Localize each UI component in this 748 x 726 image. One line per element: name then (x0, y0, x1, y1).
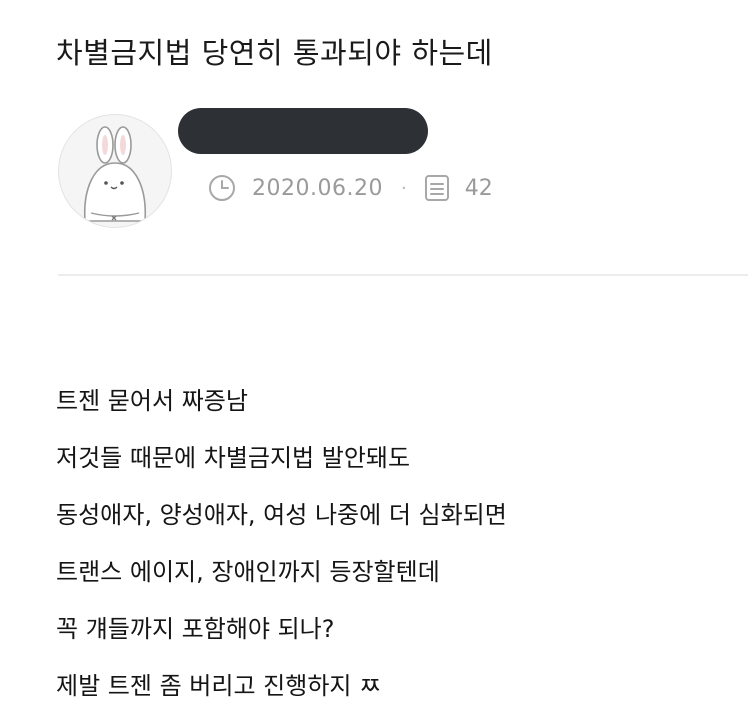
author-avatar[interactable] (58, 114, 172, 228)
body-line: 꼭 걔들까지 포함해야 되나? (56, 615, 335, 643)
document-icon (421, 172, 453, 204)
meta-separator: · (400, 177, 407, 199)
redacted-author-name (178, 108, 428, 154)
post-title: 차별금지법 당연히 통과되야 하는데 (56, 36, 493, 70)
body-line: 동성애자, 양성애자, 여성 나중에 더 심화되면 (56, 501, 507, 529)
post-date: 2020.06.20 (252, 175, 383, 201)
body-line: 트랜스 에이지, 장애인까지 등장할텐데 (56, 558, 440, 586)
view-count: 42 (464, 175, 493, 201)
header-divider (58, 274, 748, 276)
post-meta: 2020.06.20 · 42 (206, 172, 493, 204)
post-body: 트젠 묻어서 짜증남 저것들 때문에 차별금지법 발안돼도 동성애자, 양성애자… (56, 384, 507, 726)
body-line: 저것들 때문에 차별금지법 발안돼도 (56, 444, 411, 472)
clock-icon (206, 172, 238, 204)
body-line: 트젠 묻어서 짜증남 (56, 387, 248, 415)
bunny-avatar-icon (83, 126, 147, 222)
